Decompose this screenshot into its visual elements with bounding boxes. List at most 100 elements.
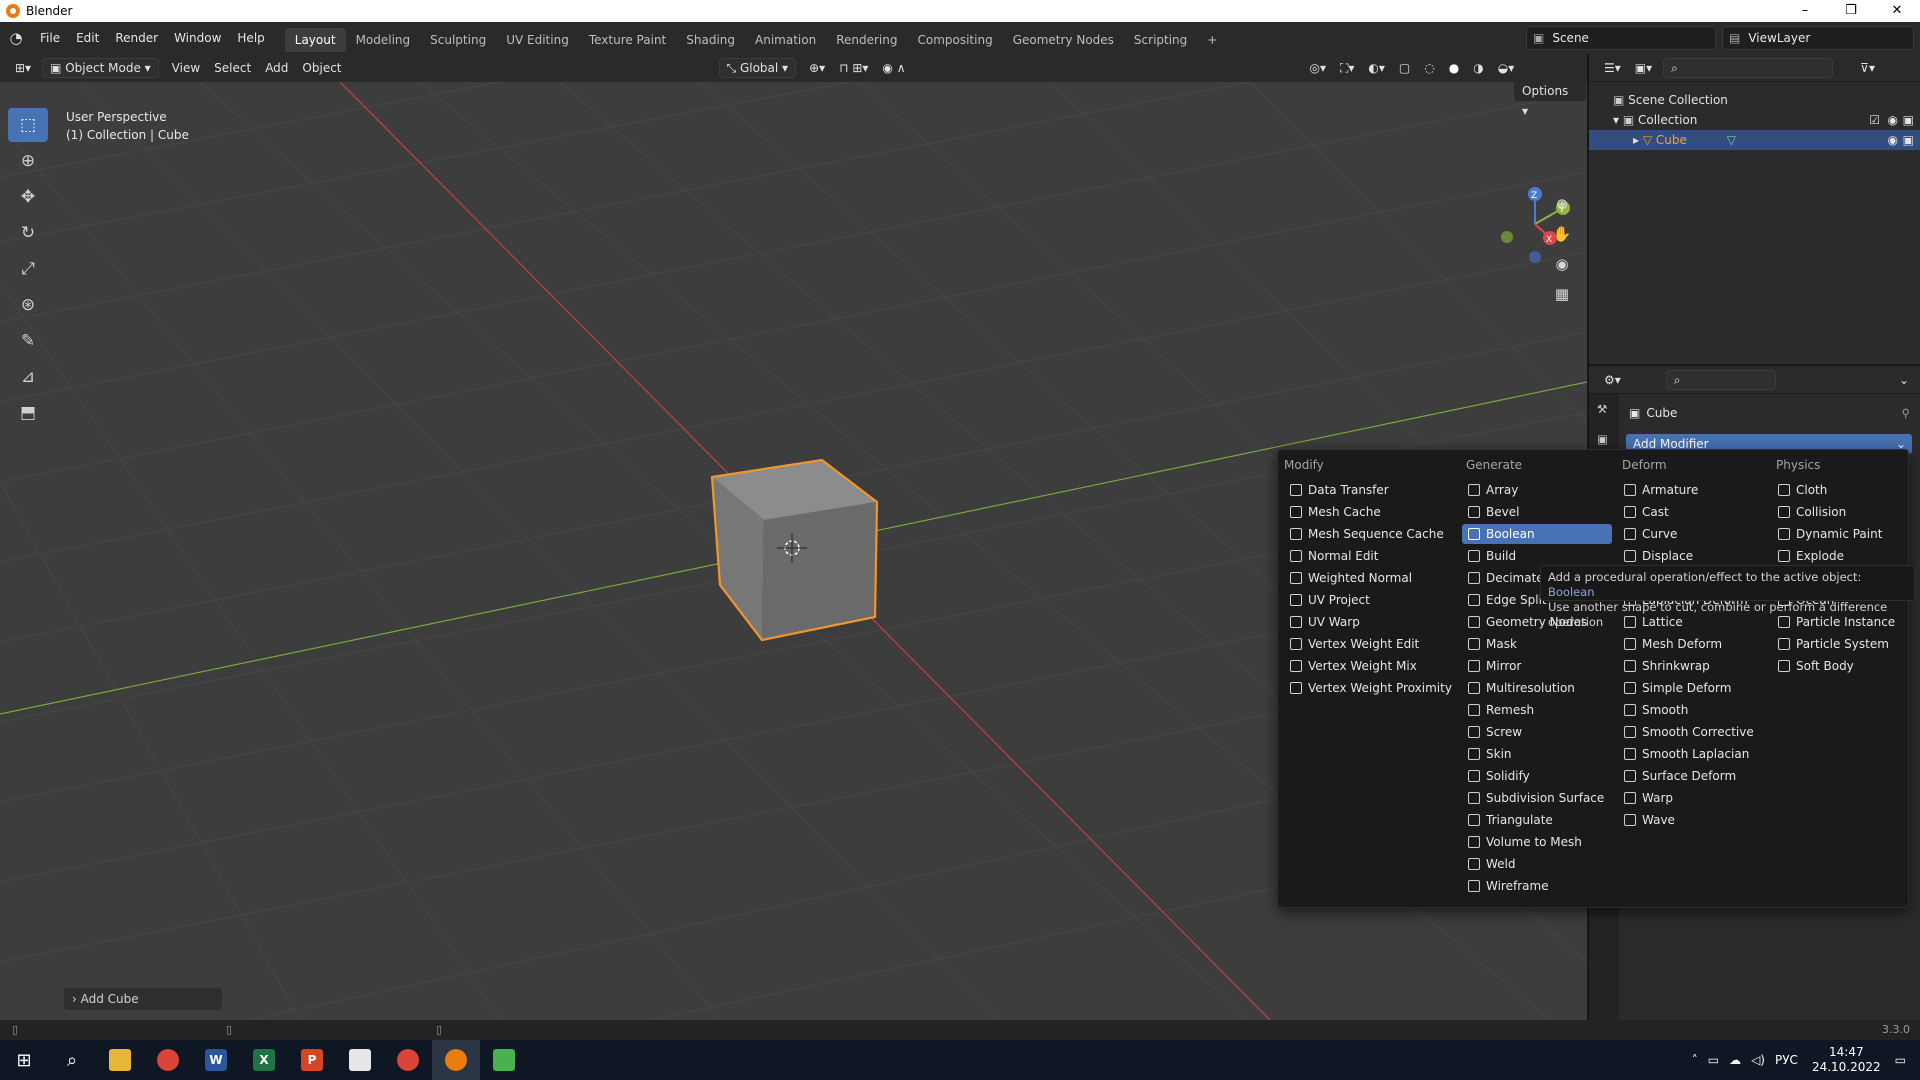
menu-render[interactable]: Render: [107, 22, 166, 54]
cube-object[interactable]: [710, 458, 879, 642]
modifier-item-multiresolution[interactable]: Multiresolution: [1462, 678, 1612, 698]
menu-file[interactable]: File: [32, 22, 68, 54]
modifier-item-boolean[interactable]: Boolean: [1462, 524, 1612, 544]
tab-animation[interactable]: Animation: [745, 28, 826, 52]
menu-view[interactable]: View: [165, 58, 207, 78]
snap-icon[interactable]: ⊓ ⊞▾: [832, 58, 875, 78]
camera-render-icon[interactable]: ▣: [1903, 130, 1914, 150]
transform-tool[interactable]: ⊛: [8, 288, 48, 322]
tab-layout[interactable]: Layout: [284, 28, 346, 52]
taskbar-explorer[interactable]: [96, 1040, 144, 1080]
collection-checkbox[interactable]: ☑: [1869, 110, 1880, 130]
outliner-editor-icon[interactable]: ☰▾: [1597, 58, 1628, 78]
modifier-item-armature[interactable]: Armature: [1618, 480, 1766, 500]
modifier-item-normal-edit[interactable]: Normal Edit: [1284, 546, 1456, 566]
gizmo-toggle-icon[interactable]: ⛶▾: [1333, 58, 1361, 78]
pan-hand-icon[interactable]: ✋: [1548, 220, 1576, 248]
scene-selector[interactable]: ▣ Scene: [1526, 26, 1716, 50]
ortho-grid-icon[interactable]: ▦: [1548, 280, 1576, 308]
camera-render-icon[interactable]: ▣: [1903, 110, 1914, 130]
measure-tool[interactable]: ⊿: [8, 360, 48, 394]
tab-compositing[interactable]: Compositing: [907, 28, 1002, 52]
modifier-item-remesh[interactable]: Remesh: [1462, 700, 1612, 720]
modifier-item-subdivision-surface[interactable]: Subdivision Surface: [1462, 788, 1612, 808]
outliner-row-collection[interactable]: ▾ ▣ Collection ☑ ◉ ▣: [1589, 110, 1920, 130]
modifier-item-vertex-weight-edit[interactable]: Vertex Weight Edit: [1284, 634, 1456, 654]
modifier-item-mirror[interactable]: Mirror: [1462, 656, 1612, 676]
modifier-item-mesh-deform[interactable]: Mesh Deform: [1618, 634, 1766, 654]
menu-window[interactable]: Window: [166, 22, 229, 54]
view-layer-selector[interactable]: ▤ ViewLayer: [1722, 26, 1914, 50]
add-workspace-button[interactable]: +: [1197, 28, 1227, 52]
taskbar-chrome-2[interactable]: [384, 1040, 432, 1080]
search-button[interactable]: ⌕: [48, 1040, 96, 1080]
tool-tab-icon[interactable]: ⚒: [1597, 402, 1619, 416]
modifier-item-cast[interactable]: Cast: [1618, 502, 1766, 522]
xray-icon[interactable]: ▢: [1392, 58, 1417, 78]
restore-button[interactable]: ❐: [1828, 0, 1874, 22]
shading-rendered-icon[interactable]: ◒▾: [1491, 58, 1522, 78]
properties-search-input[interactable]: ⌕: [1665, 369, 1776, 390]
modifier-item-uv-warp[interactable]: UV Warp: [1284, 612, 1456, 632]
mode-selector[interactable]: ▣ Object Mode ▾: [42, 58, 159, 78]
chevron-up-icon[interactable]: ˄: [1692, 1053, 1698, 1067]
modifier-item-particle-system[interactable]: Particle System: [1772, 634, 1902, 654]
modifier-item-mesh-sequence-cache[interactable]: Mesh Sequence Cache: [1284, 524, 1456, 544]
tab-geometry-nodes[interactable]: Geometry Nodes: [1003, 28, 1124, 52]
modifier-item-wireframe[interactable]: Wireframe: [1462, 876, 1612, 896]
eye-icon[interactable]: ◉: [1888, 110, 1898, 130]
proportional-edit-icon[interactable]: ◉ ∧: [875, 58, 912, 78]
visibility-icon[interactable]: ◎▾: [1302, 58, 1333, 78]
modifier-item-skin[interactable]: Skin: [1462, 744, 1612, 764]
pin-icon[interactable]: ⚲: [1902, 406, 1910, 420]
orientation-selector[interactable]: ⤡ Global ▾: [718, 58, 797, 78]
properties-editor-icon[interactable]: ⚙▾: [1597, 370, 1628, 390]
taskbar-chrome[interactable]: [144, 1040, 192, 1080]
modifier-item-smooth-corrective[interactable]: Smooth Corrective: [1618, 722, 1766, 742]
menu-edit[interactable]: Edit: [68, 22, 107, 54]
editor-type-icon[interactable]: ⊞▾: [8, 58, 38, 78]
eye-icon[interactable]: ◉: [1888, 130, 1898, 150]
modifier-item-data-transfer[interactable]: Data Transfer: [1284, 480, 1456, 500]
modifier-item-mesh-cache[interactable]: Mesh Cache: [1284, 502, 1456, 522]
modifier-item-surface-deform[interactable]: Surface Deform: [1618, 766, 1766, 786]
options-button[interactable]: Options ▾: [1513, 82, 1587, 118]
modifier-item-cloth[interactable]: Cloth: [1772, 480, 1902, 500]
modifier-item-mask[interactable]: Mask: [1462, 634, 1612, 654]
select-box-tool[interactable]: ⬚: [8, 108, 48, 142]
modifier-item-dynamic-paint[interactable]: Dynamic Paint: [1772, 524, 1902, 544]
modifier-item-volume-to-mesh[interactable]: Volume to Mesh: [1462, 832, 1612, 852]
blender-menu-icon[interactable]: ◔: [0, 29, 32, 47]
modifier-item-screw[interactable]: Screw: [1462, 722, 1612, 742]
modifier-item-displace[interactable]: Displace: [1618, 546, 1766, 566]
chevron-down-icon[interactable]: ⌄: [1892, 370, 1916, 390]
modifier-item-curve[interactable]: Curve: [1618, 524, 1766, 544]
camera-icon[interactable]: ◉: [1548, 250, 1576, 278]
language-indicator[interactable]: РУС: [1775, 1053, 1798, 1067]
modifier-item-triangulate[interactable]: Triangulate: [1462, 810, 1612, 830]
modifier-item-uv-project[interactable]: UV Project: [1284, 590, 1456, 610]
tab-sculpting[interactable]: Sculpting: [420, 28, 496, 52]
move-tool[interactable]: ✥: [8, 180, 48, 214]
tab-modeling[interactable]: Modeling: [346, 28, 421, 52]
clock[interactable]: 14:47 24.10.2022: [1812, 1045, 1881, 1075]
modifier-item-smooth-laplacian[interactable]: Smooth Laplacian: [1618, 744, 1766, 764]
taskbar-blender[interactable]: [432, 1040, 480, 1080]
tab-rendering[interactable]: Rendering: [826, 28, 907, 52]
display-mode-icon[interactable]: ▣▾: [1628, 58, 1659, 78]
outliner-row-scene-collection[interactable]: ▣ Scene Collection: [1589, 90, 1920, 110]
minimize-button[interactable]: –: [1782, 0, 1828, 22]
modifier-item-weld[interactable]: Weld: [1462, 854, 1612, 874]
modifier-item-collision[interactable]: Collision: [1772, 502, 1902, 522]
modifier-item-explode[interactable]: Explode: [1772, 546, 1902, 566]
overlay-toggle-icon[interactable]: ◐▾: [1361, 58, 1392, 78]
tab-shading[interactable]: Shading: [676, 28, 745, 52]
modifier-item-warp[interactable]: Warp: [1618, 788, 1766, 808]
filter-icon[interactable]: ⊽▾: [1853, 58, 1882, 78]
modifier-item-wave[interactable]: Wave: [1618, 810, 1766, 830]
menu-select[interactable]: Select: [207, 58, 258, 78]
modifier-item-soft-body[interactable]: Soft Body: [1772, 656, 1902, 676]
taskbar-excel[interactable]: X: [240, 1040, 288, 1080]
start-button[interactable]: ⊞: [0, 1040, 48, 1080]
rotate-tool[interactable]: ↻: [8, 216, 48, 250]
